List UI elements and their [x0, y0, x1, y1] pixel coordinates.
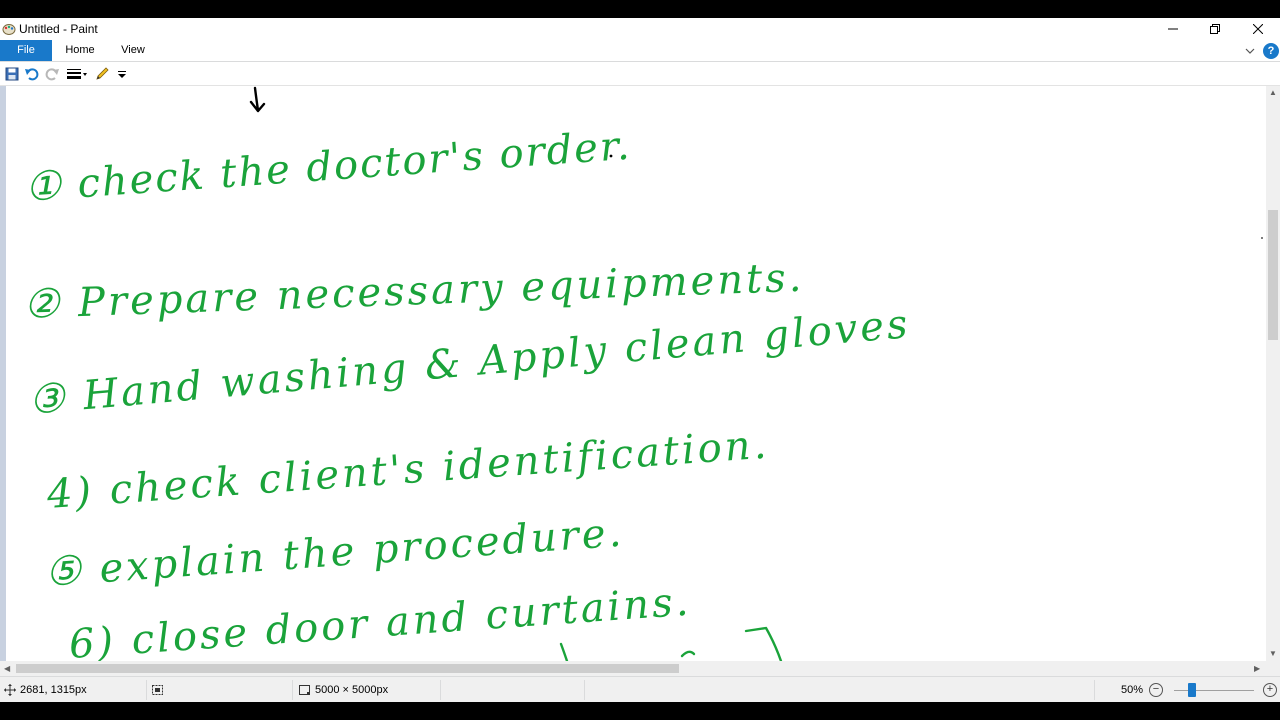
save-icon[interactable]	[4, 66, 20, 82]
paint-window: Untitled - Paint File Home View ? ① chec…	[0, 18, 1280, 703]
handwritten-line-2: ② Prepare necessary equipments.	[23, 255, 805, 328]
line-size-icon[interactable]	[66, 66, 88, 82]
status-divider	[1094, 680, 1095, 700]
canvas-size: 5000 × 5000px	[315, 684, 389, 696]
minimize-icon	[1168, 28, 1178, 30]
horizontal-scroll-thumb[interactable]	[16, 664, 679, 673]
chevron-down-icon[interactable]	[1244, 45, 1256, 57]
drawing-canvas[interactable]: ① check the doctor's order. ② Prepare ne…	[6, 86, 1266, 661]
close-icon	[1253, 24, 1263, 34]
canvas-size-icon	[299, 685, 310, 695]
title-bar: Untitled - Paint	[0, 18, 1280, 40]
cursor-position: 2681, 1315px	[20, 684, 87, 696]
workspace: ① check the doctor's order. ② Prepare ne…	[0, 86, 1266, 661]
tab-file[interactable]: File	[0, 40, 52, 61]
scroll-up-icon[interactable]: ▲	[1269, 88, 1277, 98]
vertical-scrollbar[interactable]: ▲ ▼	[1266, 86, 1280, 661]
scroll-right-icon[interactable]: ▶	[1254, 664, 1260, 674]
status-divider	[584, 680, 585, 700]
horizontal-scrollbar[interactable]: ◀ ▶	[0, 661, 1266, 676]
restore-icon	[1210, 24, 1220, 34]
handwritten-line-6: 6) close door and curtains.	[67, 579, 692, 661]
top-black-border	[0, 0, 1280, 18]
help-icon[interactable]: ?	[1263, 43, 1279, 59]
status-divider	[146, 680, 147, 700]
pencil-icon[interactable]	[94, 66, 110, 82]
status-bar: 2681, 1315px 5000 × 5000px 50% − +	[0, 676, 1280, 703]
scroll-left-icon[interactable]: ◀	[4, 664, 10, 674]
handwritten-line-1: ① check the doctor's order.	[23, 123, 632, 211]
bottom-black-border	[0, 702, 1280, 720]
close-button[interactable]	[1236, 18, 1280, 40]
redo-icon[interactable]	[44, 66, 60, 82]
zoom-out-button[interactable]: −	[1149, 683, 1163, 697]
ribbon-tabs: File Home View ?	[0, 40, 1280, 62]
handwritten-line-5: ⑤ explain the procedure.	[43, 510, 625, 596]
scroll-down-icon[interactable]: ▼	[1269, 649, 1277, 659]
zoom-in-button[interactable]: +	[1263, 683, 1277, 697]
status-divider	[292, 680, 293, 700]
vertical-scroll-thumb[interactable]	[1268, 210, 1278, 340]
minimize-button[interactable]	[1151, 18, 1195, 40]
selection-size-icon	[152, 685, 163, 695]
handwriting-drawing: ① check the doctor's order. ② Prepare ne…	[23, 86, 1263, 661]
zoom-slider-thumb[interactable]	[1188, 683, 1196, 697]
restore-button[interactable]	[1193, 18, 1237, 40]
zoom-level: 50%	[1121, 684, 1144, 696]
window-title: Untitled - Paint	[19, 22, 98, 36]
tab-home[interactable]: Home	[58, 40, 102, 61]
undo-icon[interactable]	[24, 66, 40, 82]
move-cursor-icon	[4, 684, 16, 696]
quick-access-toolbar	[0, 62, 1280, 86]
scrollbar-corner	[1266, 661, 1280, 676]
status-divider	[440, 680, 441, 700]
paint-icon	[2, 24, 16, 35]
zoom-slider-track[interactable]	[1174, 690, 1254, 691]
tab-view[interactable]: View	[114, 40, 152, 61]
handwritten-line-4: 4) check client's identification.	[44, 422, 770, 518]
customize-dropdown-icon[interactable]	[117, 66, 127, 82]
